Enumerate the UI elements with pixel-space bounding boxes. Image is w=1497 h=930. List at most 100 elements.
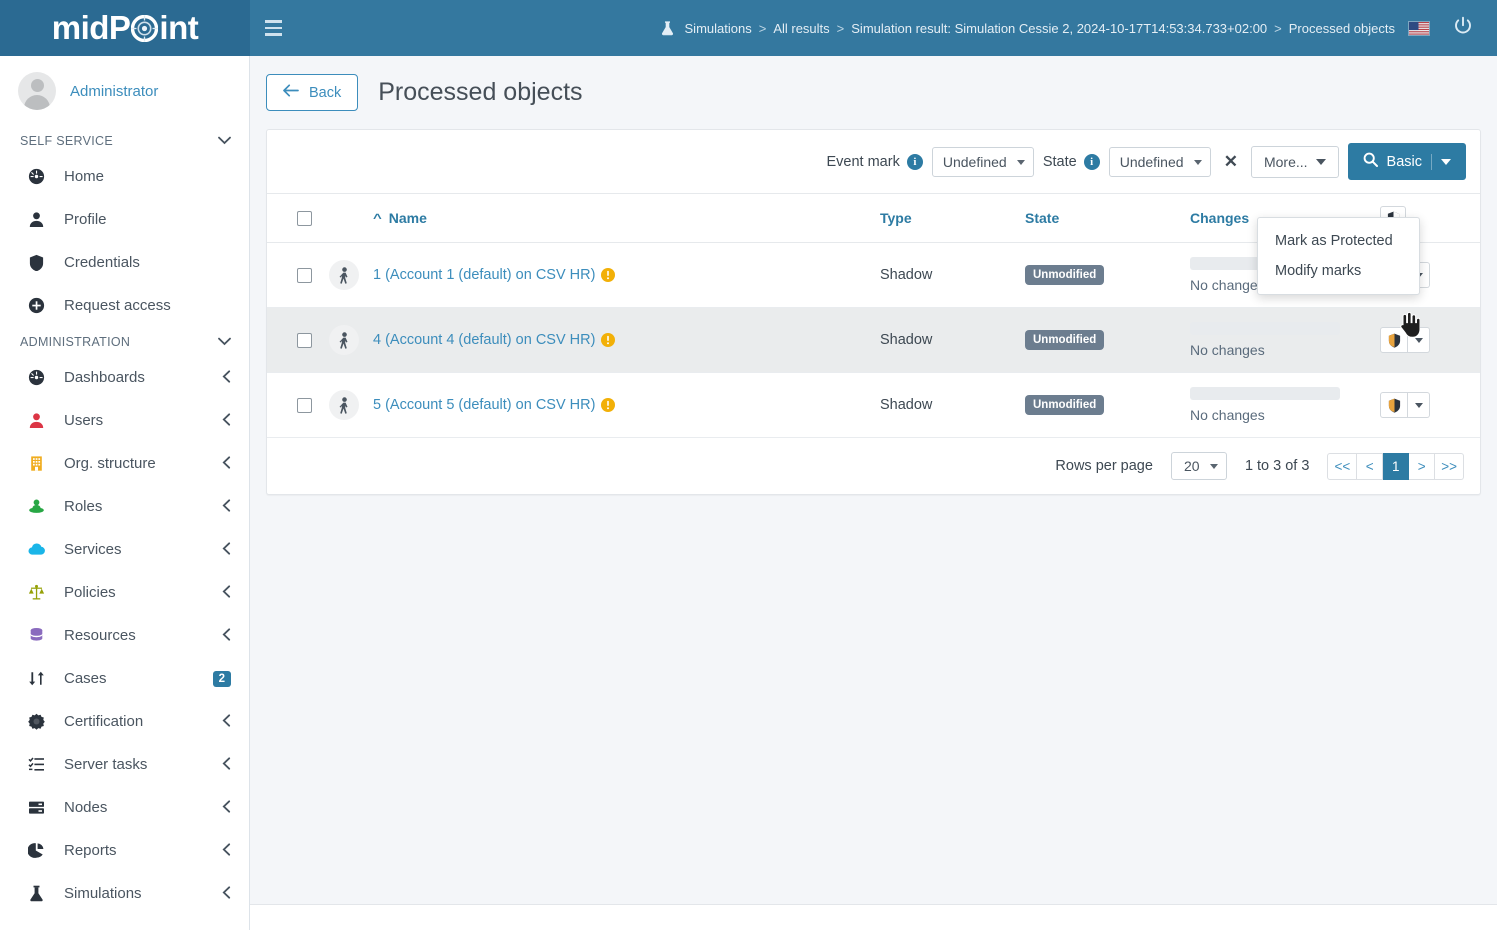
pagination-button-prev[interactable]: < [1357,452,1384,480]
row-name-link[interactable]: 5 (Account 5 (default) on CSV HR) [373,397,595,413]
role-icon [29,499,44,513]
state-info-icon[interactable]: i [1083,153,1100,170]
cases-icon [28,670,52,687]
pagination-button-next[interactable]: > [1409,452,1436,480]
sidebar-item-credentials[interactable]: Credentials [0,241,249,284]
menu-item-modify-marks[interactable]: Modify marks [1258,256,1419,286]
logout-button[interactable] [1443,0,1483,56]
sidebar-item-label: Credentials [64,254,140,271]
sidebar-item-label: Profile [64,211,107,228]
row-checkbox[interactable] [297,267,312,283]
breadcrumb-item-simulation-result[interactable]: Simulation result: Simulation Cessie 2, … [851,21,1267,36]
row-actions-toggle[interactable] [1408,392,1430,418]
more-filters-button[interactable]: More... [1250,145,1339,178]
warning-icon[interactable] [601,333,616,348]
pagination-button-1[interactable]: 1 [1383,452,1410,480]
table-row[interactable]: 5 (Account 5 (default) on CSV HR) Shadow U… [267,372,1480,438]
changes-header-label: Changes [1190,210,1250,226]
pagination-button-prevprev[interactable]: << [1327,452,1358,480]
table-row[interactable]: 4 (Account 4 (default) on CSV HR) Shadow U… [267,307,1480,373]
row-mark-button[interactable] [1380,392,1408,418]
sidebar-item-label: Nodes [64,799,108,816]
avatar [18,72,56,110]
row-actions-cell [1380,372,1480,438]
sidebar-item-profile[interactable]: Profile [0,198,249,241]
breadcrumb-item-all-results[interactable]: All results [773,21,829,36]
chevron-left-icon [222,756,231,773]
cases-icon [29,671,44,686]
warning-icon[interactable] [601,268,616,283]
shadow-object-icon [329,260,359,290]
cloud-icon [28,541,52,558]
locale-switcher-button[interactable] [1399,0,1439,56]
sidebar-item-label: Services [64,541,122,558]
shield-icon [28,254,52,271]
back-button[interactable]: Back [266,74,359,111]
us-flag-icon [1408,20,1430,36]
select-all-checkbox[interactable] [297,210,312,226]
sidebar-item-certification[interactable]: Certification [0,700,249,743]
sidebar-section-administration[interactable]: ADMINISTRATION [0,327,249,356]
scale-icon [28,584,45,600]
sidebar-item-home[interactable]: Home [0,155,249,198]
brand-text-left: midP [51,9,131,46]
scale-icon [28,584,52,601]
search-mode-button[interactable]: Basic [1347,143,1466,180]
pagination-button-nextnext[interactable]: >> [1435,452,1464,480]
row-name-link[interactable]: 4 (Account 4 (default) on CSV HR) [373,332,595,348]
sidebar-item-reports[interactable]: Reports [0,829,249,872]
pie-chart-icon [28,842,52,859]
sidebar-item-simulations[interactable]: Simulations [0,872,249,915]
event-mark-select[interactable]: Undefined [931,146,1034,177]
row-mark-button[interactable] [1380,327,1408,353]
sidebar-item-nodes[interactable]: Nodes [0,786,249,829]
sidebar-section-label: SELF SERVICE [20,133,113,148]
sidebar-item-services[interactable]: Services [0,528,249,571]
chevron-down-icon [218,334,231,349]
sidebar: Administrator SELF SERVICE Home Profile Cre… [0,56,250,930]
sidebar-item-cases[interactable]: Cases 2 [0,657,249,700]
sidebar-item-server-tasks[interactable]: Server tasks [0,743,249,786]
user-icon [28,211,52,228]
row-checkbox[interactable] [297,397,312,413]
server-icon [28,799,52,816]
row-name-link[interactable]: 1 (Account 1 (default) on CSV HR) [373,267,595,283]
sidebar-toggle-button[interactable] [250,0,296,56]
sidebar-user-block[interactable]: Administrator [0,56,249,126]
row-type-value: Shadow [880,397,933,413]
shadow-object-icon [329,325,359,355]
sidebar-item-request-access[interactable]: Request access [0,284,249,327]
sidebar-section-self-service[interactable]: SELF SERVICE [0,126,249,155]
row-actions-toggle[interactable] [1408,327,1430,353]
sidebar-item-users[interactable]: Users [0,399,249,442]
state-filter: State i [1043,153,1100,170]
page-footer [250,904,1497,930]
row-select-cell [267,307,329,373]
clear-filter-icon[interactable]: ✕ [1220,152,1242,172]
event-mark-info-icon[interactable]: i [906,153,923,170]
row-checkbox[interactable] [297,332,312,348]
state-select-wrap: Undefined [1108,146,1211,177]
sidebar-item-policies[interactable]: Policies [0,571,249,614]
sidebar-item-dashboards[interactable]: Dashboards [0,356,249,399]
row-select-cell [267,372,329,438]
sidebar-item-label: Certification [64,713,144,730]
sidebar-item-roles[interactable]: Roles [0,485,249,528]
row-type-cell: Shadow [880,307,1025,373]
search-icon [1363,152,1378,171]
breadcrumb-item-simulations[interactable]: Simulations [685,21,752,36]
sidebar-item-org-structure[interactable]: Org. structure [0,442,249,485]
name-header[interactable]: ^ Name [373,193,880,243]
warning-icon[interactable] [601,398,616,413]
brand-logo[interactable]: midP int [0,0,250,56]
row-name-cell: 5 (Account 5 (default) on CSV HR) [373,372,880,438]
back-button-label: Back [309,84,342,101]
sidebar-item-resources[interactable]: Resources [0,614,249,657]
state-select[interactable]: Undefined [1108,146,1211,177]
rows-per-page-select[interactable]: 20 [1170,452,1227,480]
state-header[interactable]: State [1025,193,1190,243]
plus-circle-icon [28,297,45,314]
row-icon-cell [329,242,373,308]
menu-item-mark-as-protected[interactable]: Mark as Protected [1258,226,1419,256]
type-header[interactable]: Type [880,193,1025,243]
